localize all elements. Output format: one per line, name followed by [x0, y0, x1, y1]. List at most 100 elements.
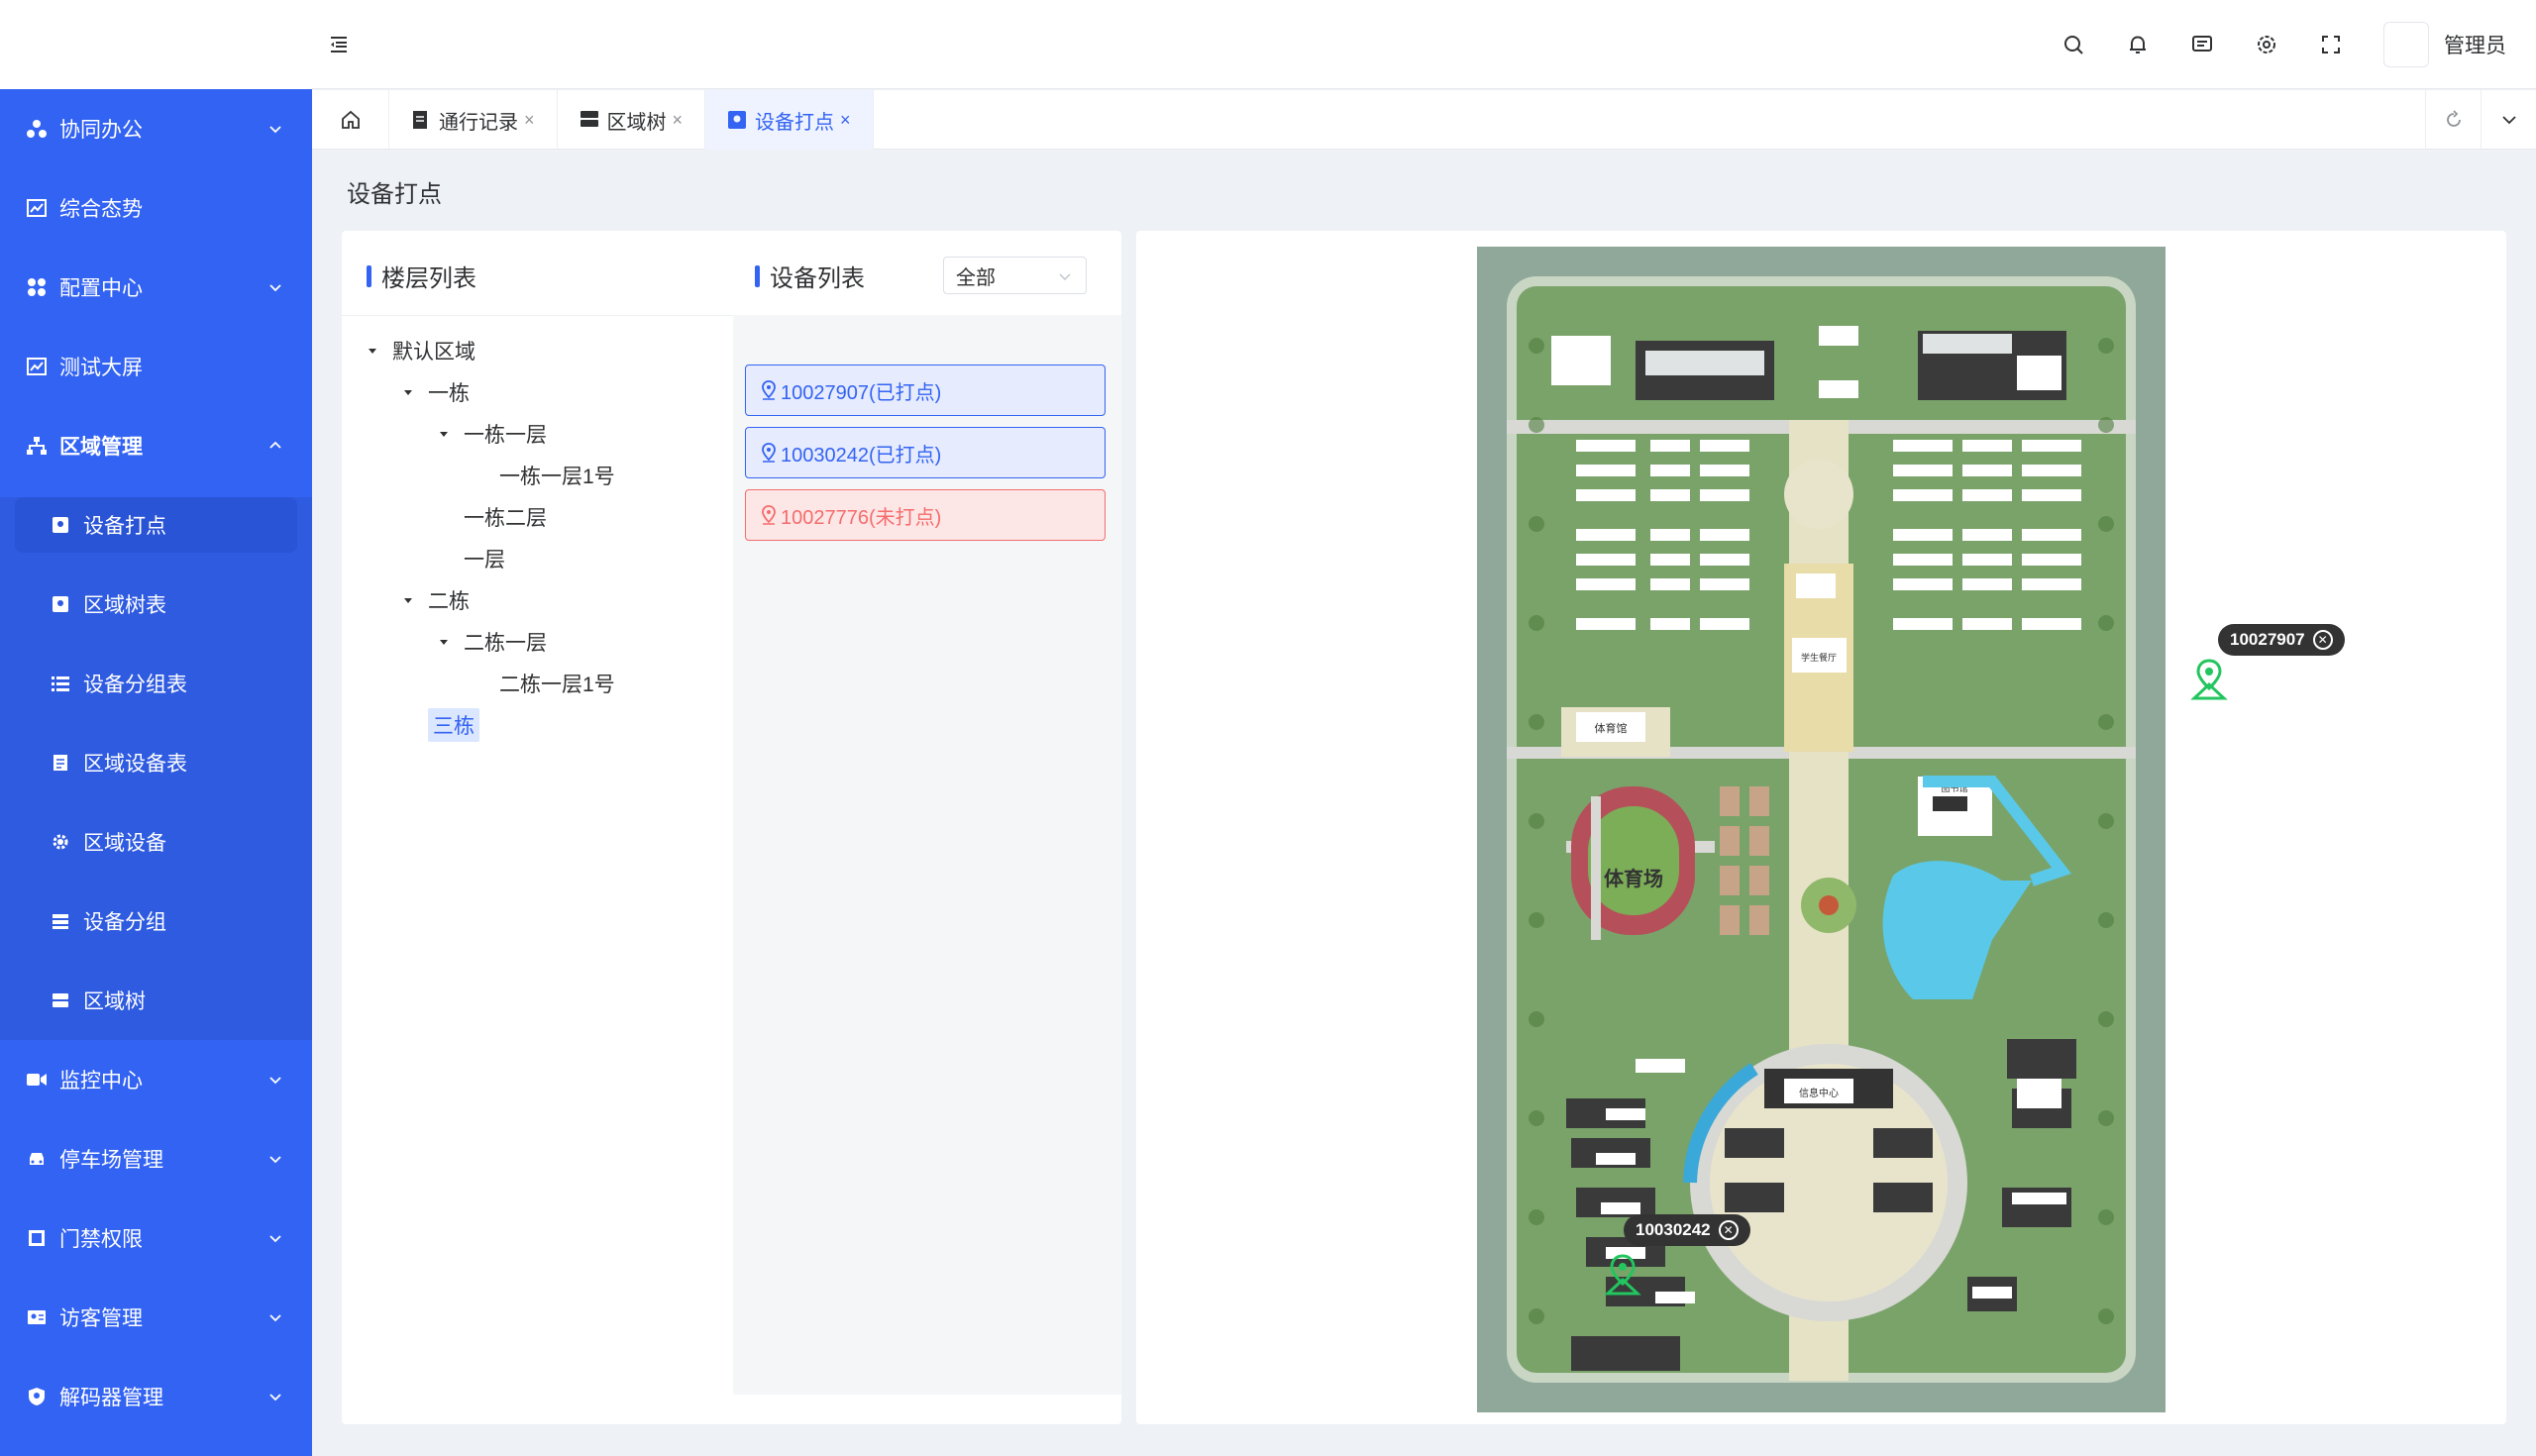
map-pin-icon [50, 514, 71, 536]
shield-icon [26, 1386, 48, 1407]
video-icon [26, 1069, 48, 1091]
device-list: 10027907(已打点) 10030242(已打点) 10027776(未打点… [733, 315, 1121, 1395]
device-item[interactable]: 10030242(已打点) [745, 427, 1106, 478]
device-item[interactable]: 10027776(未打点) [745, 489, 1106, 541]
chevron-down-icon [269, 1394, 281, 1402]
close-icon[interactable]: × [840, 110, 851, 131]
chevron-down-icon [269, 1077, 281, 1085]
map-marker-icon[interactable] [1604, 1254, 1641, 1296]
map-pin-icon [727, 110, 747, 130]
tab-area-tree[interactable]: 区域树 × [558, 90, 706, 150]
tree-node[interactable]: 一栋一层 [367, 413, 733, 455]
tree-node-label: 一栋 [428, 382, 470, 405]
close-icon[interactable]: × [524, 110, 535, 131]
menu-label: 测试大屏 [59, 357, 143, 379]
menu-item-test-screen[interactable]: 测试大屏 [0, 327, 312, 406]
map-pin-icon [761, 505, 777, 525]
submenu-area: 设备打点 区域树表 设备分组表 区域设备表 区域设备 设备分组 区域树 [0, 497, 312, 1040]
message-icon[interactable] [2189, 32, 2215, 57]
tree-node[interactable]: 一层 [367, 538, 733, 579]
tab-home[interactable] [312, 90, 389, 150]
chevron-down-icon[interactable] [2481, 90, 2536, 150]
tree-node-label: 默认区域 [392, 341, 476, 364]
tree-node-selected[interactable]: 三栋 [367, 704, 733, 746]
home-icon [341, 110, 360, 129]
submenu-label: 设备打点 [83, 515, 166, 538]
close-icon[interactable]: ✕ [1718, 1220, 1739, 1240]
map-label-info-center: 信息中心 [1799, 1087, 1839, 1099]
device-label: 10027776(未打点) [781, 506, 942, 529]
bell-icon[interactable] [2125, 32, 2151, 57]
door-icon [26, 1227, 48, 1249]
submenu-item-device-group-table[interactable]: 设备分组表 [0, 644, 312, 723]
tree-node[interactable]: 一栋二层 [367, 496, 733, 538]
grid-icon [26, 276, 48, 298]
menu-item-access[interactable]: 门禁权限 [0, 1198, 312, 1278]
tree-node[interactable]: 默认区域 [367, 330, 733, 371]
tree-node[interactable]: 二栋 [367, 579, 733, 621]
map-marker-icon[interactable] [2190, 659, 2228, 700]
menu-item-decoder[interactable]: 解码器管理 [0, 1357, 312, 1436]
close-icon[interactable]: × [673, 110, 684, 131]
tree-node-label: 二栋一层 [464, 632, 547, 655]
map-label-gym: 体育馆 [1595, 721, 1628, 735]
menu-label: 监控中心 [59, 1070, 143, 1092]
device-item[interactable]: 10027907(已打点) [745, 364, 1106, 416]
menu-item-visitor[interactable]: 访客管理 [0, 1278, 312, 1357]
caret-down-icon[interactable] [402, 386, 414, 398]
tree-node[interactable]: 一栋 [367, 371, 733, 413]
device-marker-label[interactable]: 10027907 ✕ [2218, 624, 2345, 656]
submenu-item-device-group[interactable]: 设备分组 [0, 882, 312, 961]
settings-icon[interactable] [2254, 32, 2279, 57]
caret-down-icon[interactable] [438, 428, 450, 440]
menu-label: 门禁权限 [59, 1228, 143, 1251]
chevron-down-icon [269, 1314, 281, 1322]
chevron-down-icon [269, 1235, 281, 1243]
menu-item-overview[interactable]: 综合态势 [0, 168, 312, 248]
menu-item-monitor[interactable]: 监控中心 [0, 1040, 312, 1119]
server-icon [580, 110, 599, 130]
submenu-item-area-tree[interactable]: 区域树 [0, 961, 312, 1040]
caret-down-icon[interactable] [438, 636, 450, 648]
avatar[interactable] [2383, 22, 2429, 67]
campus-map[interactable]: 学生餐厅 体育馆 体育场 图书馆 信息中心 [1477, 247, 2166, 1412]
tab-access-record[interactable]: 通行记录 × [389, 90, 558, 150]
close-icon[interactable]: ✕ [2312, 630, 2333, 650]
submenu-item-area-device-table[interactable]: 区域设备表 [0, 723, 312, 802]
list-icon [50, 673, 71, 694]
tree-node[interactable]: 一栋一层1号 [367, 455, 733, 496]
device-marker-label[interactable]: 10030242 ✕ [1624, 1214, 1750, 1246]
menu-item-config[interactable]: 配置中心 [0, 248, 312, 327]
map-pin-icon [761, 380, 777, 400]
submenu-item-device-plot[interactable]: 设备打点 [15, 497, 297, 553]
marker-id: 10027907 [2230, 630, 2305, 649]
refresh-icon[interactable] [2425, 90, 2481, 150]
tab-device-plot[interactable]: 设备打点 × [705, 90, 874, 150]
tree-node-label: 一层 [464, 549, 505, 572]
menu-item-parking[interactable]: 停车场管理 [0, 1119, 312, 1198]
tree-node[interactable]: 二栋一层 [367, 621, 733, 663]
tree-node-label: 一栋二层 [464, 507, 547, 530]
chevron-down-icon [269, 126, 281, 134]
search-icon[interactable] [2060, 32, 2086, 57]
submenu-item-area-tree-table[interactable]: 区域树表 [0, 565, 312, 644]
caret-down-icon[interactable] [402, 594, 414, 606]
menu-label: 解码器管理 [59, 1387, 163, 1409]
id-card-icon [26, 1306, 48, 1328]
fullscreen-icon[interactable] [2318, 32, 2344, 57]
username[interactable]: 管理员 [2444, 30, 2506, 59]
menu-item-collab[interactable]: 协同办公 [0, 89, 312, 168]
submenu-label: 设备分组 [83, 911, 166, 934]
header-actions: 管理员 [2022, 22, 2506, 67]
device-filter-select[interactable]: 全部 [943, 257, 1087, 294]
caret-down-icon[interactable] [367, 345, 378, 357]
tree-node-label: 一栋一层1号 [499, 466, 615, 488]
tree-node-label: 二栋 [428, 590, 470, 613]
submenu-item-area-device[interactable]: 区域设备 [0, 802, 312, 882]
floor-list-title: 楼层列表 [381, 265, 476, 292]
tree-node[interactable]: 二栋一层1号 [367, 663, 733, 704]
menu-item-area[interactable]: 区域管理 [0, 406, 312, 485]
menu-label: 综合态势 [59, 198, 143, 221]
map-pin-icon [761, 443, 777, 463]
menu-toggle-icon[interactable] [327, 33, 351, 56]
